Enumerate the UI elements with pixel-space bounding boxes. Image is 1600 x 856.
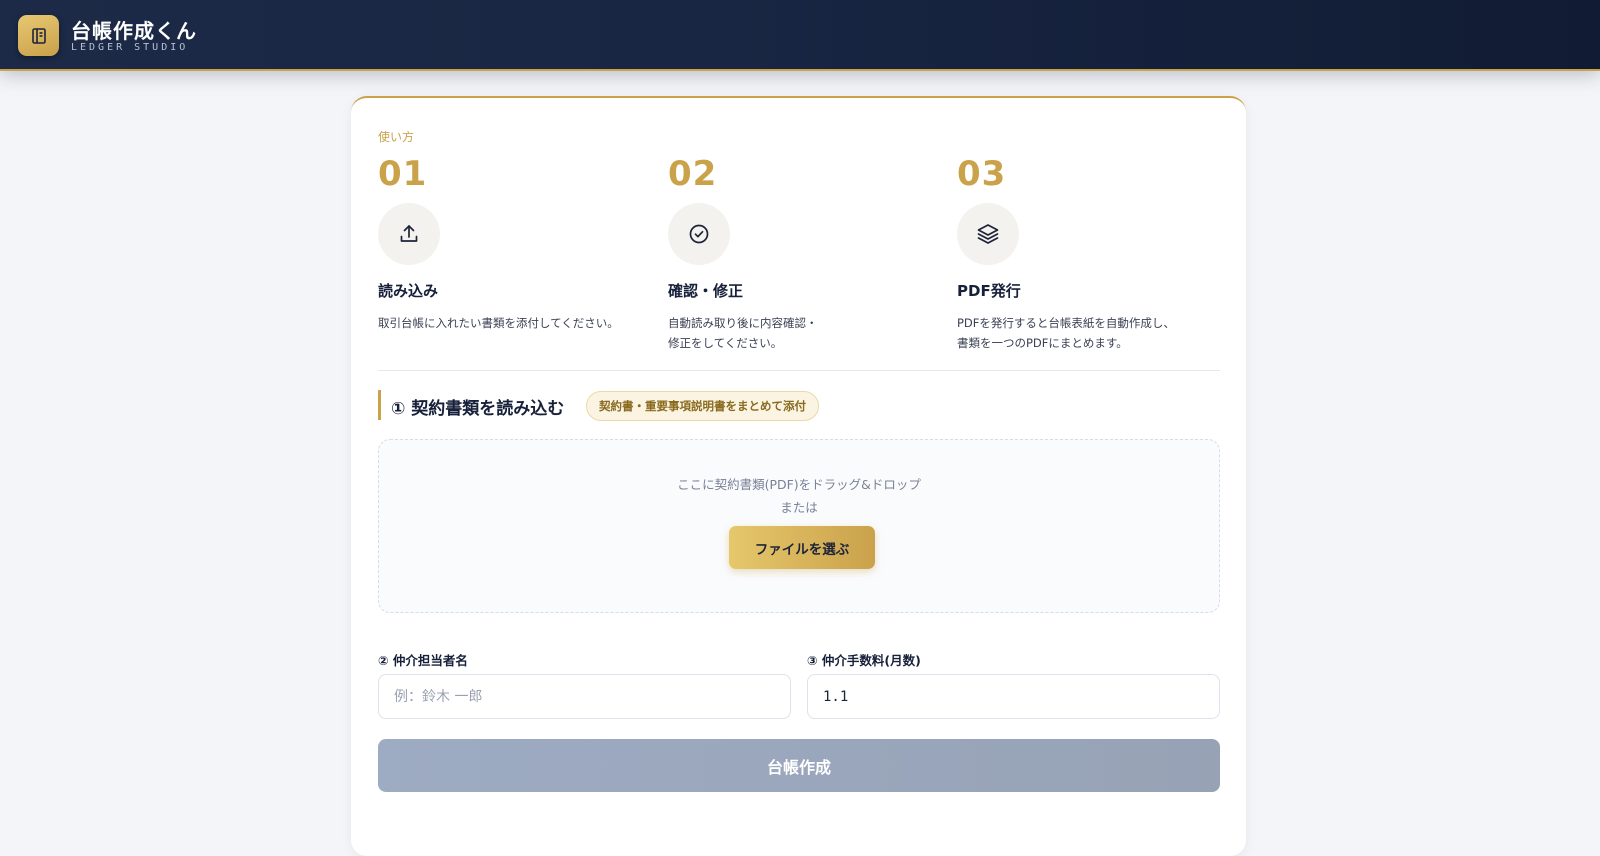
commission-label: ③ 仲介手数料(月数) (807, 653, 921, 668)
section-accent-bar (378, 390, 381, 420)
step-title: 確認・修正 (668, 282, 744, 300)
step-number: 02 (668, 154, 718, 194)
app-subtitle: LEDGER STUDIO (71, 42, 189, 53)
create-ledger-button[interactable]: 台帳作成 (378, 739, 1220, 792)
step-3: 03 PDF発行 PDFを発行すると台帳表紙を自動作成し、 書類を一つのPDFに… (957, 154, 1227, 353)
step-number: 03 (957, 154, 1007, 194)
check-circle-icon (689, 224, 709, 244)
upload-section-title: ① 契約書類を読み込む (391, 399, 565, 419)
step-1: 01 読み込み 取引台帳に入れたい書類を添付してください。 (378, 154, 648, 333)
step-description: 取引台帳に入れたい書類を添付してください。 (378, 316, 619, 330)
upload-icon (400, 225, 418, 242)
commission-months-input[interactable] (807, 674, 1220, 719)
agent-name-input[interactable] (378, 674, 791, 719)
choose-file-button[interactable]: ファイルを選ぶ (729, 526, 875, 569)
app-title: 台帳作成くん (71, 19, 197, 43)
agent-name-label: ② 仲介担当者名 (378, 653, 468, 668)
step-title: PDF発行 (957, 282, 1021, 300)
layers-icon (977, 224, 999, 244)
dropzone-instruction: ここに契約書類(PDF)をドラッグ&ドロップ (677, 477, 921, 492)
step-2: 02 確認・修正 自動読み取り後に内容確認・ 修正をしてください。 (668, 154, 938, 353)
step-icon-circle (957, 203, 1019, 265)
divider (378, 370, 1220, 371)
file-dropzone[interactable]: ここに契約書類(PDF)をドラッグ&ドロップ または ファイルを選ぶ (378, 439, 1220, 613)
main-card: 使い方 01 読み込み 取引台帳に入れたい書類を添付してください。 02 確認・… (351, 96, 1246, 856)
app-header: 台帳作成くん LEDGER STUDIO (0, 0, 1600, 71)
upload-hint-badge: 契約書・重要事項説明書をまとめて添付 (586, 391, 819, 421)
step-icon-circle (668, 203, 730, 265)
step-title: 読み込み (378, 282, 439, 300)
dropzone-or-text: または (780, 500, 818, 515)
step-number: 01 (378, 154, 428, 194)
step-icon-circle (378, 203, 440, 265)
howto-label: 使い方 (378, 130, 415, 144)
ledger-book-icon (31, 27, 46, 44)
step-description: 自動読み取り後に内容確認・ 修正をしてください。 (668, 316, 818, 350)
step-description: PDFを発行すると台帳表紙を自動作成し、 書類を一つのPDFにまとめます。 (957, 316, 1175, 350)
logo[interactable] (18, 15, 59, 56)
